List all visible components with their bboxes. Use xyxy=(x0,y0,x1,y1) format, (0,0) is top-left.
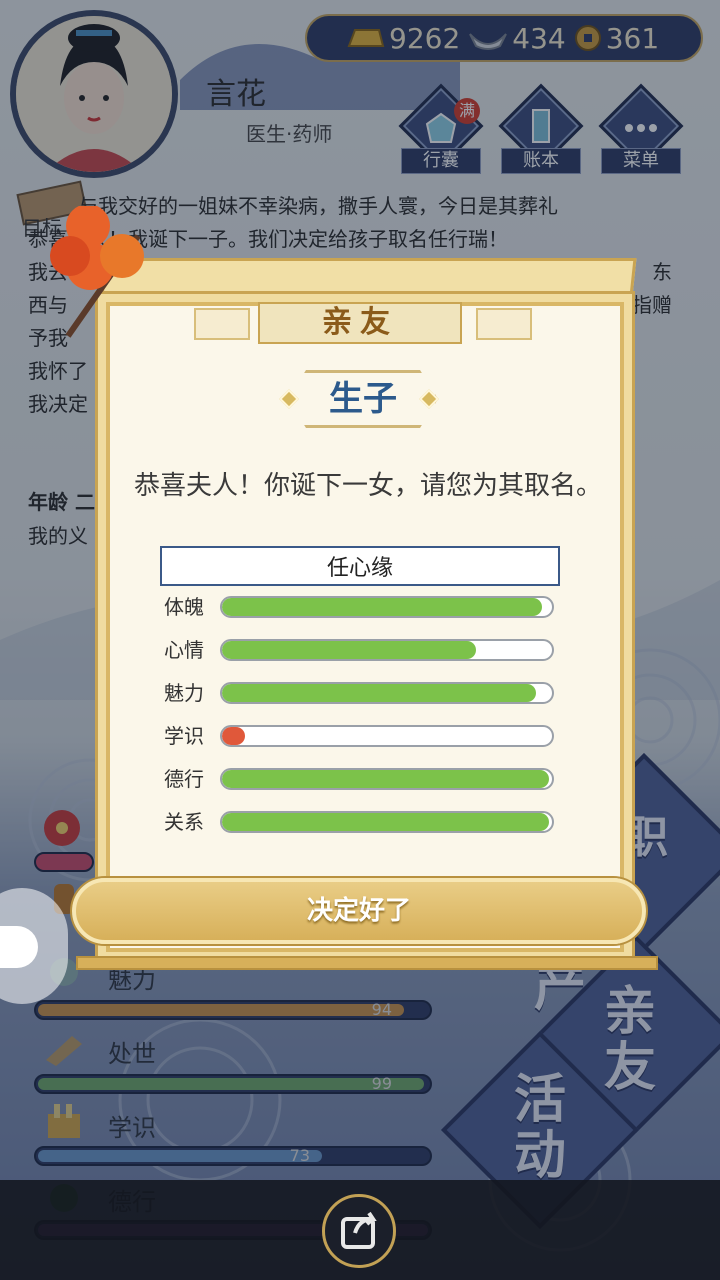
title-side-deco-right xyxy=(476,308,532,340)
attr-fill-knowledge xyxy=(222,727,246,745)
attr-row-knowledge: 学识 xyxy=(164,721,564,751)
attr-track-physique xyxy=(220,596,554,618)
attr-row-charm: 魅力 xyxy=(164,678,564,708)
attr-fill-charm xyxy=(222,684,536,702)
attr-label-charm: 魅力 xyxy=(164,681,204,705)
title-side-deco-left xyxy=(194,308,250,340)
candied-haws-icon xyxy=(50,206,144,338)
attr-track-relation xyxy=(220,811,554,833)
attr-track-charm xyxy=(220,682,554,704)
attr-label-relation: 关系 xyxy=(164,810,204,834)
attr-fill-relation xyxy=(222,813,549,831)
attr-track-knowledge xyxy=(220,725,554,747)
attr-label-mood: 心情 xyxy=(164,638,204,662)
attr-label-virtue: 德行 xyxy=(164,767,204,791)
dialog-message: 恭喜夫人！你诞下一女，请您为其取名。 xyxy=(133,471,602,501)
attr-fill-virtue xyxy=(222,770,549,788)
dialog-title: 亲友 xyxy=(258,302,462,344)
attr-row-mood: 心情 xyxy=(164,635,564,665)
attr-row-physique: 体魄 xyxy=(164,592,564,622)
share-icon xyxy=(341,1211,377,1249)
attr-fill-mood xyxy=(222,641,477,659)
dialog-subtitle: 生子 xyxy=(288,370,438,428)
family-dialog: 亲友 生子 恭喜夫人！你诞下一女，请您为其取名。 体魄 心情 魅力 学识 德行 … xyxy=(50,206,658,970)
attr-row-relation: 关系 xyxy=(164,807,564,837)
attr-track-mood xyxy=(220,639,554,661)
child-name-input[interactable] xyxy=(160,546,560,586)
attr-label-physique: 体魄 xyxy=(164,595,204,619)
attr-row-virtue: 德行 xyxy=(164,764,564,794)
confirm-button[interactable]: 决定好了 xyxy=(72,878,646,944)
attr-label-knowledge: 学识 xyxy=(164,724,204,748)
attr-track-virtue xyxy=(220,768,554,790)
dialog-scroll-bottom xyxy=(76,956,658,970)
share-button[interactable] xyxy=(322,1194,396,1268)
attr-fill-physique xyxy=(222,598,543,616)
